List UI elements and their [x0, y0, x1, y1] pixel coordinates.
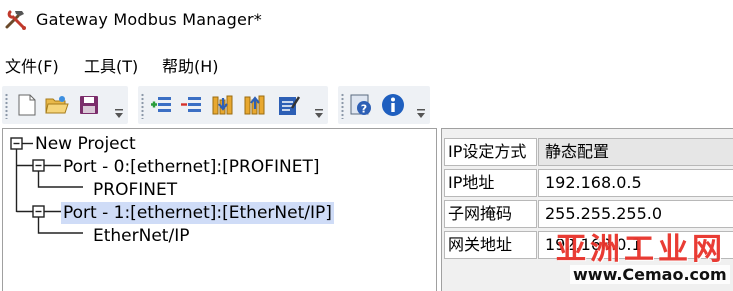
- watermark: 亚洲工业网 www.Cemao.com: [552, 224, 733, 291]
- hammer-wrench-icon: [5, 10, 26, 30]
- toolbar-grip[interactable]: [341, 93, 344, 119]
- save-icon[interactable]: [76, 91, 102, 119]
- toolbar-grip[interactable]: [5, 93, 8, 119]
- property-key: 子网掩码: [444, 200, 537, 228]
- property-row-ip-address: IP地址 192.168.0.5: [444, 169, 733, 197]
- help-icon[interactable]: ?: [348, 91, 374, 119]
- property-key: IP设定方式: [444, 138, 537, 166]
- watermark-url: www.Cemao.com: [570, 265, 730, 284]
- download-config-icon[interactable]: [210, 91, 236, 119]
- new-file-icon[interactable]: [14, 91, 40, 119]
- toolbar: ?: [0, 84, 733, 126]
- toolbar-overflow-icon[interactable]: [416, 108, 426, 120]
- ip-address-field[interactable]: 192.168.0.5: [538, 169, 733, 197]
- edit-config-icon[interactable]: [276, 91, 302, 119]
- window-title: Gateway Modbus Manager*: [36, 10, 262, 29]
- tree-node-label[interactable]: EtherNet/IP: [91, 225, 191, 247]
- tree-node-label[interactable]: New Project: [33, 133, 138, 155]
- tree-node-port-0[interactable]: Port - 0:[ethernet]:[PROFINET]: [3, 156, 433, 178]
- toolbar-group-file: [2, 86, 128, 124]
- tree-node-label[interactable]: Port - 0:[ethernet]:[PROFINET]: [61, 156, 321, 178]
- svg-text:?: ?: [361, 103, 367, 116]
- toolbar-grip[interactable]: [141, 93, 144, 119]
- property-row-ip-mode: IP设定方式 静态配置: [444, 138, 733, 166]
- project-tree[interactable]: New Project Port - 0:[ethernet]:[PROFINE…: [2, 128, 437, 291]
- tree-node-label-selected[interactable]: Port - 1:[ethernet]:[EtherNet/IP]: [61, 202, 334, 224]
- tree-node-ethernet-ip[interactable]: EtherNet/IP: [3, 225, 433, 247]
- tree-node-label[interactable]: PROFINET: [91, 179, 179, 201]
- menu-file[interactable]: 文件(F): [5, 53, 59, 77]
- toolbar-group-help: ?: [338, 86, 430, 124]
- ip-mode-select[interactable]: 静态配置: [538, 138, 733, 166]
- menu-help[interactable]: 帮助(H): [162, 53, 219, 77]
- remove-slave-icon[interactable]: [178, 91, 204, 119]
- toolbar-overflow-icon[interactable]: [114, 108, 124, 120]
- upload-config-icon[interactable]: [242, 91, 268, 119]
- menu-bar: 文件(F) 工具(T) 帮助(H): [0, 44, 733, 82]
- add-slave-icon[interactable]: [148, 91, 174, 119]
- toolbar-overflow-icon[interactable]: [314, 108, 324, 120]
- toolbar-group-config: [138, 86, 328, 124]
- property-key: IP地址: [444, 169, 537, 197]
- info-icon[interactable]: [380, 91, 406, 119]
- tree-node-project[interactable]: New Project: [3, 133, 433, 155]
- menu-tools[interactable]: 工具(T): [84, 53, 138, 77]
- open-folder-icon[interactable]: [44, 91, 70, 119]
- watermark-logo: 亚洲工业网: [556, 232, 726, 267]
- property-key: 网关地址: [444, 231, 537, 259]
- title-bar: Gateway Modbus Manager*: [0, 0, 733, 42]
- tree-node-profinet[interactable]: PROFINET: [3, 179, 433, 201]
- tree-node-port-1[interactable]: Port - 1:[ethernet]:[EtherNet/IP]: [3, 202, 433, 224]
